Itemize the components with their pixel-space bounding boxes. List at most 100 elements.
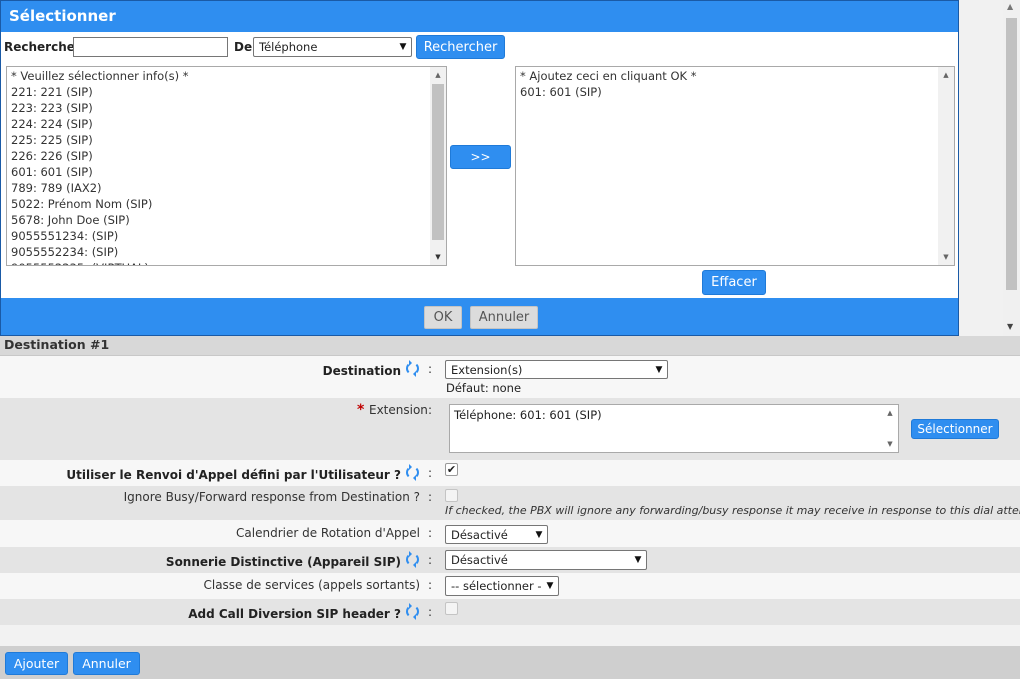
list-item[interactable]: 5678: John Doe (SIP) xyxy=(7,212,430,228)
service-class-label: Classe de services (appels sortants) xyxy=(203,578,420,592)
call-diversion-label: Add Call Diversion SIP header ? xyxy=(188,607,401,621)
selected-list-scrollbar[interactable]: ▲ ▼ xyxy=(938,67,954,265)
call-diversion-row: Add Call Diversion SIP header ? : xyxy=(0,599,1020,625)
refresh-icon[interactable] xyxy=(406,603,419,620)
select-extension-button[interactable]: Sélectionner xyxy=(911,419,999,439)
rotation-calendar-row: Calendrier de Rotation d'Appel : Désacti… xyxy=(0,520,1020,547)
section-header: Destination #1 xyxy=(0,336,1020,356)
scroll-down-icon[interactable]: ▼ xyxy=(430,249,446,265)
ignore-busy-checkbox[interactable] xyxy=(445,489,458,502)
list-item[interactable]: 5022: Prénom Nom (SIP) xyxy=(7,196,430,212)
list-item[interactable]: * Ajoutez ceci en cliquant OK * xyxy=(516,68,938,84)
available-list-scrollbar[interactable]: ▲ ▼ xyxy=(430,67,446,265)
chevron-down-icon: ▼ xyxy=(655,364,663,375)
scroll-down-icon[interactable]: ▼ xyxy=(1007,322,1013,331)
colon: : xyxy=(428,605,433,619)
list-item[interactable]: 224: 224 (SIP) xyxy=(7,116,430,132)
list-item[interactable]: 601: 601 (SIP) xyxy=(7,164,430,180)
destination-default-note: Défaut: none xyxy=(446,381,522,395)
user-forward-label: Utiliser le Renvoi d'Appel défini par l'… xyxy=(66,468,401,482)
refresh-icon[interactable] xyxy=(406,464,419,481)
list-item[interactable]: * Veuillez sélectionner info(s) * xyxy=(7,68,430,84)
required-mark: * xyxy=(357,402,365,418)
scroll-thumb[interactable] xyxy=(432,84,444,240)
scroll-up-icon[interactable]: ▲ xyxy=(430,67,446,83)
footer-bar: Ajouter Annuler xyxy=(0,646,1020,679)
scroll-up-icon[interactable]: ▲ xyxy=(882,405,898,421)
colon: : xyxy=(428,403,433,417)
service-class-value: -- sélectionner -- xyxy=(451,579,542,593)
from-select[interactable]: Téléphone ▼ xyxy=(253,37,412,57)
rotation-calendar-label: Calendrier de Rotation d'Appel xyxy=(236,526,420,540)
clear-button[interactable]: Effacer xyxy=(702,270,766,295)
search-button[interactable]: Rechercher xyxy=(416,35,505,59)
move-right-button[interactable]: >> xyxy=(450,145,511,169)
distinctive-ring-row: Sonnerie Distinctive (Appareil SIP) : Dé… xyxy=(0,547,1020,573)
add-button[interactable]: Ajouter xyxy=(5,652,68,675)
list-item[interactable]: 9055552235: (VIRTUAL) xyxy=(7,260,430,265)
colon: : xyxy=(428,553,433,567)
rotation-calendar-value: Désactivé xyxy=(451,527,508,542)
scroll-up-icon[interactable]: ▲ xyxy=(938,67,954,83)
extension-value: Téléphone: 601: 601 (SIP) xyxy=(454,408,602,422)
distinctive-ring-select[interactable]: Désactivé ▼ xyxy=(445,550,647,570)
select-dialog: Sélectionner Rechercher: De Téléphone ▼ … xyxy=(0,0,959,336)
ok-button[interactable]: OK xyxy=(424,306,462,329)
list-item[interactable]: 9055552234: (SIP) xyxy=(7,244,430,260)
colon: : xyxy=(428,526,433,540)
service-class-select[interactable]: -- sélectionner -- ▼ xyxy=(445,576,559,596)
scroll-down-icon[interactable]: ▼ xyxy=(938,249,954,265)
list-item[interactable]: 221: 221 (SIP) xyxy=(7,84,430,100)
page-scrollbar[interactable]: ▲ ▼ xyxy=(1003,0,1020,336)
scroll-up-icon[interactable]: ▲ xyxy=(1007,2,1013,11)
available-list-items: * Veuillez sélectionner info(s) * 221: 22… xyxy=(7,68,430,265)
colon: : xyxy=(428,466,433,480)
refresh-icon[interactable] xyxy=(406,551,419,568)
form-spacer xyxy=(0,625,1020,646)
available-list[interactable]: * Veuillez sélectionner info(s) * 221: 22… xyxy=(6,66,447,266)
ignore-busy-help: If checked, the PBX will ignore any forw… xyxy=(445,504,1020,517)
call-diversion-checkbox[interactable] xyxy=(445,602,458,615)
list-item[interactable]: 225: 225 (SIP) xyxy=(7,132,430,148)
textarea-scrollbar[interactable]: ▲ ▼ xyxy=(882,405,898,452)
service-class-row: Classe de services (appels sortants) : -… xyxy=(0,573,1020,599)
distinctive-ring-label: Sonnerie Distinctive (Appareil SIP) xyxy=(165,555,401,569)
list-item[interactable]: 601: 601 (SIP) xyxy=(516,84,938,100)
colon: : xyxy=(428,362,433,376)
destination-row: Destination : Extension(s) ▼ Défaut: non… xyxy=(0,356,1020,398)
rotation-calendar-select[interactable]: Désactivé ▼ xyxy=(445,525,548,544)
refresh-icon[interactable] xyxy=(406,360,419,377)
selected-list[interactable]: * Ajoutez ceci en cliquant OK * 601: 601 … xyxy=(515,66,955,266)
from-select-value: Téléphone xyxy=(259,40,318,54)
chevron-down-icon: ▼ xyxy=(546,581,554,591)
list-item[interactable]: 789: 789 (IAX2) xyxy=(7,180,430,196)
extension-label: Extension xyxy=(369,403,428,417)
selected-list-items: * Ajoutez ceci en cliquant OK * 601: 601 … xyxy=(516,68,938,100)
ignore-busy-row: Ignore Busy/Forward response from Destin… xyxy=(0,486,1020,520)
search-input[interactable] xyxy=(73,37,228,57)
dialog-title: Sélectionner xyxy=(9,7,116,25)
cancel-button[interactable]: Annuler xyxy=(73,652,140,675)
colon: : xyxy=(428,490,433,504)
list-item[interactable]: 223: 223 (SIP) xyxy=(7,100,430,116)
list-item[interactable]: 226: 226 (SIP) xyxy=(7,148,430,164)
list-item[interactable]: 9055551234: (SIP) xyxy=(7,228,430,244)
section-title: Destination #1 xyxy=(4,337,110,352)
destination-select-value: Extension(s) xyxy=(451,362,523,377)
dialog-footer: OK Annuler xyxy=(1,298,958,335)
scroll-thumb[interactable] xyxy=(1006,18,1017,290)
chevron-down-icon: ▼ xyxy=(535,529,543,540)
user-forward-checkbox[interactable]: ✔ xyxy=(445,463,458,476)
scroll-down-icon[interactable]: ▼ xyxy=(882,436,898,452)
chevron-down-icon: ▼ xyxy=(634,555,642,565)
dialog-cancel-button[interactable]: Annuler xyxy=(470,306,538,329)
dialog-titlebar: Sélectionner xyxy=(1,1,958,32)
chevron-down-icon: ▼ xyxy=(399,42,407,52)
destination-select[interactable]: Extension(s) ▼ xyxy=(445,360,668,379)
user-forward-row: Utiliser le Renvoi d'Appel défini par l'… xyxy=(0,460,1020,486)
distinctive-ring-value: Désactivé xyxy=(451,553,508,567)
colon: : xyxy=(428,578,433,592)
ignore-busy-label: Ignore Busy/Forward response from Destin… xyxy=(123,490,420,504)
from-label: De xyxy=(234,40,253,54)
extension-textarea[interactable]: Téléphone: 601: 601 (SIP) ▲ ▼ xyxy=(449,404,899,453)
